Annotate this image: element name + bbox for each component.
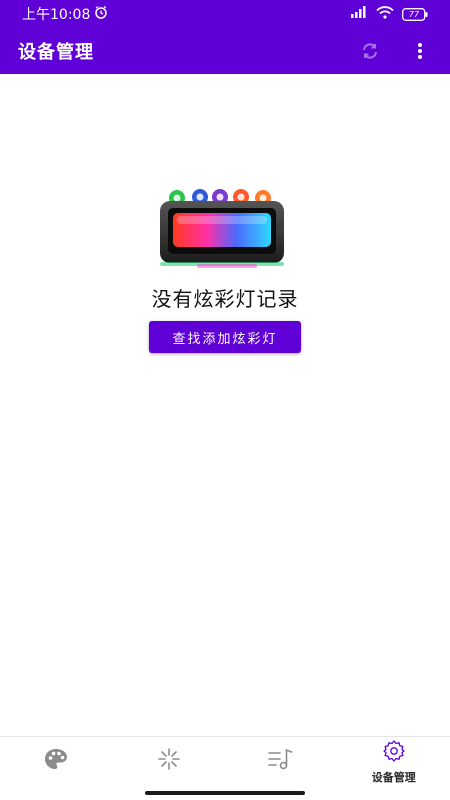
nav-label-device-management: 设备管理 xyxy=(371,771,416,784)
music-list-icon xyxy=(267,747,295,775)
main-content: 没有炫彩灯记录 查找添加炫彩灯 xyxy=(0,74,450,736)
light-device-icon xyxy=(157,186,287,271)
palette-icon xyxy=(43,747,69,775)
nav-item-palette[interactable] xyxy=(0,737,113,787)
battery-icon: 77 xyxy=(402,7,428,21)
alarm-icon xyxy=(94,5,108,23)
gear-icon xyxy=(382,739,406,767)
battery-level: 77 xyxy=(408,9,420,19)
app-bar: 设备管理 xyxy=(0,28,450,74)
bottom-nav: 设备管理 xyxy=(0,736,450,787)
status-bar: 上午10:08 77 xyxy=(0,0,450,28)
nav-item-music[interactable] xyxy=(225,737,338,787)
more-vert-icon[interactable] xyxy=(408,39,432,63)
status-right: 77 xyxy=(350,5,428,23)
app-actions xyxy=(358,39,432,63)
wifi-icon xyxy=(376,5,394,23)
add-light-button[interactable]: 查找添加炫彩灯 xyxy=(149,321,301,353)
status-time: 上午10:08 xyxy=(22,7,91,23)
signal-icon xyxy=(350,6,368,22)
nav-item-effects[interactable] xyxy=(113,737,226,787)
page-title: 设备管理 xyxy=(18,42,94,63)
empty-message: 没有炫彩灯记录 xyxy=(151,287,299,311)
nav-item-device-management[interactable]: 设备管理 xyxy=(338,737,450,787)
status-left: 上午10:08 xyxy=(22,4,108,24)
sparkle-icon xyxy=(156,747,182,775)
sync-icon[interactable] xyxy=(358,39,382,63)
home-indicator[interactable] xyxy=(145,791,305,795)
